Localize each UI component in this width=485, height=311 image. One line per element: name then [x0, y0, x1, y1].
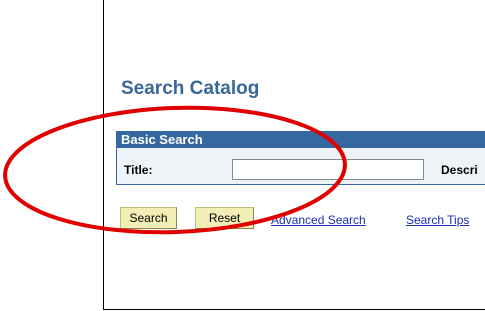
search-tips-link[interactable]: Search Tips	[406, 213, 469, 227]
advanced-search-link[interactable]: Advanced Search	[271, 213, 366, 227]
search-button[interactable]: Search	[120, 207, 177, 229]
page-title: Search Catalog	[121, 78, 260, 99]
reset-button[interactable]: Reset	[195, 207, 254, 229]
title-input[interactable]	[232, 159, 424, 180]
basic-search-header: Basic Search	[116, 131, 485, 148]
description-label: Descri	[441, 163, 478, 177]
title-label: Title:	[124, 163, 153, 177]
